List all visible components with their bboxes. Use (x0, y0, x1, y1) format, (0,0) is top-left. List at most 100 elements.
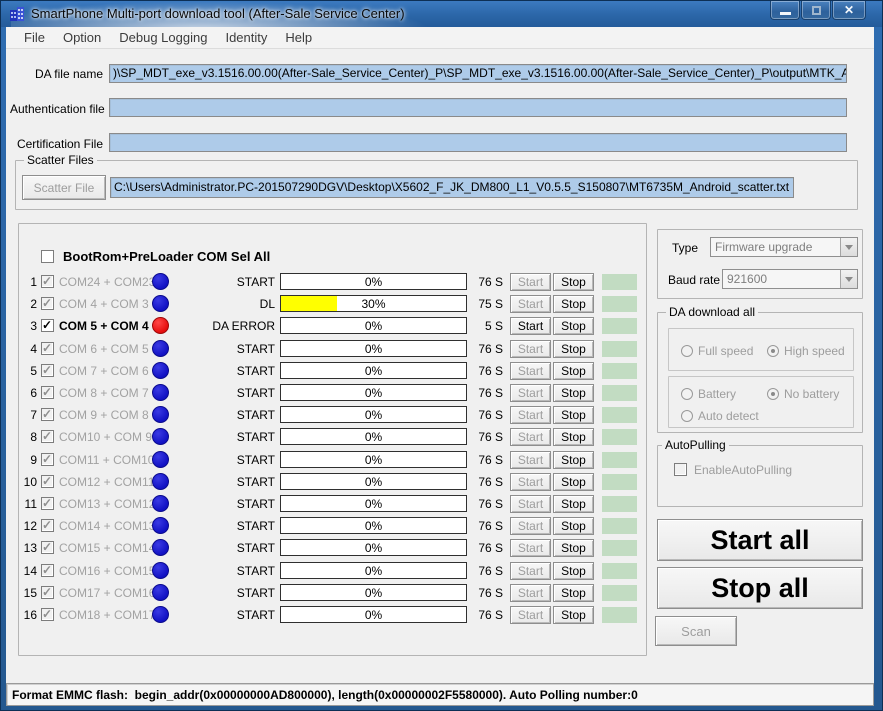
row-checkbox[interactable] (41, 408, 54, 421)
row-checkbox[interactable] (41, 519, 54, 532)
row-checkbox[interactable] (41, 453, 54, 466)
row-com-label: COM11 + COM10 (59, 453, 154, 467)
row-start-button[interactable]: Start (510, 295, 551, 313)
no-battery-radio-option[interactable]: No battery (767, 385, 839, 403)
autopulling-group: AutoPulling EnableAutoPulling (657, 445, 863, 507)
row-stop-button[interactable]: Stop (553, 406, 594, 424)
row-checkbox[interactable] (41, 386, 54, 399)
row-start-button[interactable]: Start (510, 317, 551, 335)
row-checkbox[interactable] (41, 475, 54, 488)
port-row: 1 COM24 + COM23 START 0% 76 S Start Stop (19, 271, 648, 293)
row-stop-button[interactable]: Stop (553, 562, 594, 580)
row-checkbox[interactable] (41, 297, 54, 310)
cert-file-field[interactable] (109, 133, 847, 152)
row-number: 10 (21, 475, 37, 489)
row-com-label: COM13 + COM12 (59, 497, 154, 511)
row-checkbox[interactable] (41, 430, 54, 443)
row-start-button[interactable]: Start (510, 428, 551, 446)
close-button[interactable]: ✕ (832, 1, 866, 20)
battery-radio[interactable] (681, 388, 693, 400)
row-checkbox[interactable] (41, 319, 54, 332)
row-checkbox[interactable] (41, 497, 54, 510)
row-stop-button[interactable]: Stop (553, 517, 594, 535)
row-stop-button[interactable]: Stop (553, 273, 594, 291)
enable-autopulling-checkbox[interactable] (674, 463, 687, 476)
menu-help[interactable]: Help (276, 28, 321, 47)
row-start-button[interactable]: Start (510, 606, 551, 624)
row-time: 5 S (453, 319, 503, 333)
auth-file-field[interactable] (109, 98, 847, 117)
row-checkbox[interactable] (41, 564, 54, 577)
row-checkbox[interactable] (41, 586, 54, 599)
minimize-button[interactable] (770, 1, 800, 20)
baud-rate-combobox-arrow-icon[interactable] (840, 270, 857, 288)
full-speed-radio-option[interactable]: Full speed (681, 342, 753, 360)
battery-options-box: Battery No battery Auto detect (668, 376, 854, 428)
type-combobox-arrow-icon[interactable] (840, 238, 857, 256)
row-start-button[interactable]: Start (510, 495, 551, 513)
row-start-button[interactable]: Start (510, 562, 551, 580)
auto-detect-radio[interactable] (681, 410, 693, 422)
bootrom-select-all-label: BootRom+PreLoader COM Sel All (63, 249, 270, 264)
row-stop-button[interactable]: Stop (553, 295, 594, 313)
maximize-button[interactable] (801, 1, 831, 20)
row-start-button[interactable]: Start (510, 362, 551, 380)
menu-identity[interactable]: Identity (216, 28, 276, 47)
row-stop-button[interactable]: Stop (553, 495, 594, 513)
battery-radio-option[interactable]: Battery (681, 385, 736, 403)
no-battery-radio[interactable] (767, 388, 779, 400)
row-start-button[interactable]: Start (510, 584, 551, 602)
menu-debug-logging[interactable]: Debug Logging (110, 28, 216, 47)
scan-button[interactable]: Scan (655, 616, 737, 646)
row-status-box (602, 496, 637, 512)
full-speed-label: Full speed (698, 344, 753, 358)
full-speed-radio[interactable] (681, 345, 693, 357)
scatter-file-field[interactable]: C:\Users\Administrator.PC-201507290DGV\D… (110, 177, 794, 198)
row-time: 76 S (453, 475, 503, 489)
row-stop-button[interactable]: Stop (553, 584, 594, 602)
row-start-button[interactable]: Start (510, 273, 551, 291)
row-checkbox[interactable] (41, 541, 54, 554)
row-stop-button[interactable]: Stop (553, 473, 594, 491)
scatter-file-button[interactable]: Scatter File (22, 175, 106, 200)
high-speed-radio-option[interactable]: High speed (767, 342, 845, 360)
row-stop-button[interactable]: Stop (553, 451, 594, 469)
row-start-button[interactable]: Start (510, 539, 551, 557)
high-speed-radio[interactable] (767, 345, 779, 357)
row-stop-button[interactable]: Stop (553, 428, 594, 446)
row-start-button[interactable]: Start (510, 451, 551, 469)
auto-detect-radio-option[interactable]: Auto detect (681, 407, 759, 425)
row-checkbox[interactable] (41, 608, 54, 621)
row-stop-button[interactable]: Stop (553, 606, 594, 624)
row-start-button[interactable]: Start (510, 340, 551, 358)
row-com-label: COM14 + COM13 (59, 519, 154, 533)
scatter-files-group-label: Scatter Files (24, 153, 97, 167)
enable-autopulling-label: EnableAutoPulling (694, 463, 792, 477)
menu-option[interactable]: Option (54, 28, 110, 47)
bootrom-select-all-checkbox[interactable] (41, 250, 54, 263)
port-row: 15 COM17 + COM16 START 0% 76 S Start Sto… (19, 582, 648, 604)
row-checkbox[interactable] (41, 275, 54, 288)
row-start-button[interactable]: Start (510, 406, 551, 424)
row-stop-button[interactable]: Stop (553, 362, 594, 380)
battery-label: Battery (698, 387, 736, 401)
row-start-button[interactable]: Start (510, 384, 551, 402)
row-checkbox[interactable] (41, 342, 54, 355)
row-start-button[interactable]: Start (510, 517, 551, 535)
da-file-field[interactable]: )\SP_MDT_exe_v3.1516.00.00(After-Sale_Se… (109, 64, 847, 83)
row-progress-text: 0% (281, 319, 466, 333)
row-stop-button[interactable]: Stop (553, 340, 594, 358)
type-combobox[interactable]: Firmware upgrade (710, 237, 858, 257)
stop-all-button[interactable]: Stop all (657, 567, 863, 609)
row-checkbox[interactable] (41, 364, 54, 377)
row-number: 15 (21, 586, 37, 600)
row-stop-button[interactable]: Stop (553, 317, 594, 335)
baud-rate-combobox[interactable]: 921600 (722, 269, 858, 289)
row-stop-button[interactable]: Stop (553, 384, 594, 402)
start-all-button[interactable]: Start all (657, 519, 863, 561)
menu-file[interactable]: File (15, 28, 54, 47)
autopulling-group-label: AutoPulling (662, 438, 729, 452)
row-stop-button[interactable]: Stop (553, 539, 594, 557)
row-start-button[interactable]: Start (510, 473, 551, 491)
app-window: SmartPhone Multi-port download tool (Aft… (0, 0, 883, 711)
